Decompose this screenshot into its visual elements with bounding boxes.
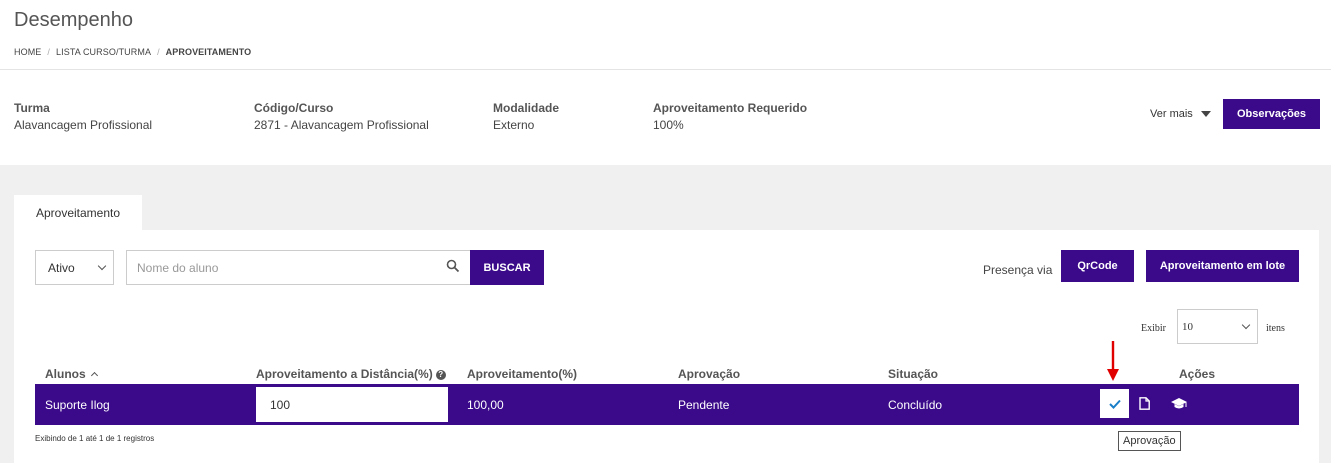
- ver-mais-toggle[interactable]: Ver mais: [1150, 108, 1211, 120]
- breadcrumb: HOME / LISTA CURSO/TURMA / APROVEITAMENTO: [14, 47, 251, 57]
- table-row: Suporte Ilog 100,00 Pendente Concluído: [35, 384, 1299, 425]
- aproveitamento-requerido-label: Aproveitamento Requerido: [653, 101, 808, 115]
- breadcrumb-lista[interactable]: LISTA CURSO/TURMA: [56, 47, 151, 57]
- chevron-down-icon: [1241, 320, 1251, 330]
- itens-label: itens: [1266, 323, 1285, 334]
- page-header: Desempenho HOME / LISTA CURSO/TURMA / APROVE…: [0, 0, 1331, 70]
- status-select[interactable]: Ativo: [35, 250, 114, 285]
- records-info: Exibindo de 1 até 1 de 1 registros: [35, 434, 155, 443]
- search-input[interactable]: [127, 251, 427, 284]
- presenca-label: Presença via: [983, 263, 1053, 277]
- page-size-value: 10: [1182, 321, 1193, 333]
- info-aproveitamento: Aproveitamento Requerido 100%: [653, 101, 807, 132]
- observacoes-button[interactable]: Observações: [1223, 99, 1320, 129]
- column-distancia-label: Aproveitamento a Distância(%): [256, 367, 433, 381]
- distancia-input[interactable]: [256, 387, 448, 422]
- turma-value: Alavancagem Profissional: [14, 118, 153, 132]
- aproveitamento-requerido-value: 100%: [653, 118, 684, 132]
- tab-aproveitamento[interactable]: Aproveitamento: [14, 195, 142, 231]
- turma-label: Turma: [14, 101, 50, 115]
- buscar-button[interactable]: BUSCAR: [470, 250, 544, 285]
- cell-aluno: Suporte Ilog: [45, 398, 110, 412]
- column-distancia: Aproveitamento a Distância(%)?: [256, 367, 446, 381]
- info-modalidade: Modalidade Externo: [493, 101, 559, 132]
- course-info-bar: Turma Alavancagem Profissional Código/Cu…: [0, 70, 1331, 165]
- breadcrumb-current: APROVEITAMENTO: [165, 47, 252, 57]
- page-title: Desempenho: [14, 9, 133, 31]
- red-arrow-icon: [1107, 341, 1119, 381]
- column-alunos-label: Alunos: [45, 367, 86, 381]
- caret-down-icon: [1200, 111, 1211, 117]
- approve-tooltip: Aprovação: [1118, 431, 1181, 451]
- qrcode-button[interactable]: QrCode: [1061, 250, 1134, 282]
- column-aprovacao: Aprovação: [678, 367, 741, 381]
- codigo-value: 2871 - Alavancagem Profissional: [254, 118, 429, 132]
- page-size-select[interactable]: 10: [1177, 309, 1258, 344]
- modalidade-value: Externo: [493, 118, 535, 132]
- check-icon: [1108, 399, 1121, 409]
- info-codigo: Código/Curso 2871 - Alavancagem Profissi…: [254, 101, 429, 132]
- search-box: [126, 250, 471, 285]
- aproveitamento-panel: Ativo BUSCAR Presença via QrCode Aprovei…: [14, 230, 1319, 463]
- breadcrumb-home[interactable]: HOME: [14, 47, 41, 57]
- cell-aprovacao: Pendente: [678, 398, 730, 412]
- approve-button[interactable]: [1100, 389, 1129, 418]
- column-aproveitamento: Aproveitamento(%): [467, 367, 578, 381]
- content-area: Aproveitamento Ativo BUSCAR Presença via…: [0, 165, 1331, 463]
- aproveitamento-lote-button[interactable]: Aproveitamento em lote: [1146, 250, 1299, 282]
- search-icon[interactable]: [446, 259, 460, 273]
- ver-mais-label: Ver mais: [1150, 108, 1193, 120]
- status-select-value: Ativo: [48, 260, 75, 275]
- graduation-cap-icon[interactable]: [1171, 398, 1187, 410]
- document-icon[interactable]: [1139, 397, 1150, 410]
- help-icon[interactable]: ?: [435, 370, 446, 380]
- column-alunos[interactable]: Alunos: [45, 367, 98, 381]
- breadcrumb-separator: /: [157, 47, 160, 57]
- breadcrumb-separator: /: [47, 47, 51, 57]
- cell-aproveitamento: 100,00: [467, 398, 504, 412]
- codigo-label: Código/Curso: [254, 101, 334, 115]
- modalidade-label: Modalidade: [493, 101, 560, 115]
- chevron-down-icon: [97, 261, 107, 271]
- column-situacao: Situação: [888, 367, 939, 381]
- exibir-label: Exibir: [1141, 323, 1166, 334]
- column-acoes: Ações: [1179, 367, 1216, 381]
- cell-situacao: Concluído: [888, 398, 943, 412]
- sort-asc-icon: [90, 371, 98, 380]
- info-turma: Turma Alavancagem Profissional: [14, 101, 152, 132]
